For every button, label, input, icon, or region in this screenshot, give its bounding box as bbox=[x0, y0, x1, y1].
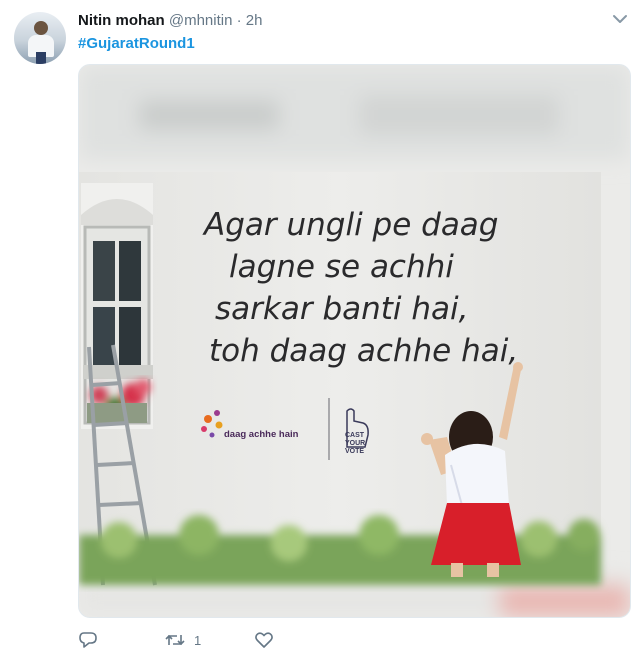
avatar[interactable] bbox=[14, 12, 66, 64]
author-name[interactable]: Nitin mohan bbox=[78, 12, 165, 29]
wall-line-3: sarkar banti hai, bbox=[215, 291, 469, 327]
wall-line-4: toh daag achhe hai, bbox=[209, 333, 518, 369]
author-handle[interactable]: @mhnitin bbox=[169, 12, 233, 29]
tweet-time[interactable]: 2h bbox=[246, 12, 263, 29]
vote-logo-line-1: CAST bbox=[345, 432, 365, 439]
reply-icon bbox=[79, 632, 97, 648]
retweet-icon bbox=[165, 634, 185, 646]
vote-logo-line-3: VOTE bbox=[345, 448, 364, 455]
campaign-photo: Agar ungli pe daag lagne se achhi sarkar… bbox=[79, 65, 630, 617]
wall-line-2: lagne se achhi bbox=[229, 249, 454, 285]
reply-button[interactable] bbox=[78, 630, 98, 650]
heart-icon bbox=[255, 632, 273, 648]
brand-logo-text: daag achhe hain bbox=[224, 429, 299, 440]
chevron-down-icon[interactable] bbox=[610, 12, 630, 26]
separator-dot: · bbox=[236, 12, 242, 29]
vote-logo-line-2: YOUR bbox=[345, 440, 365, 447]
retweet-button[interactable]: 1 bbox=[164, 630, 201, 650]
hashtag-link[interactable]: #GujaratRound1 bbox=[78, 35, 195, 52]
tweet-header: Nitin mohan @mhnitin · 2h bbox=[78, 11, 262, 31]
wall-line-1: Agar ungli pe daag bbox=[202, 207, 499, 243]
like-button[interactable] bbox=[254, 630, 274, 650]
retweet-count: 1 bbox=[194, 632, 202, 648]
tweet-image[interactable]: Agar ungli pe daag lagne se achhi sarkar… bbox=[78, 64, 631, 618]
